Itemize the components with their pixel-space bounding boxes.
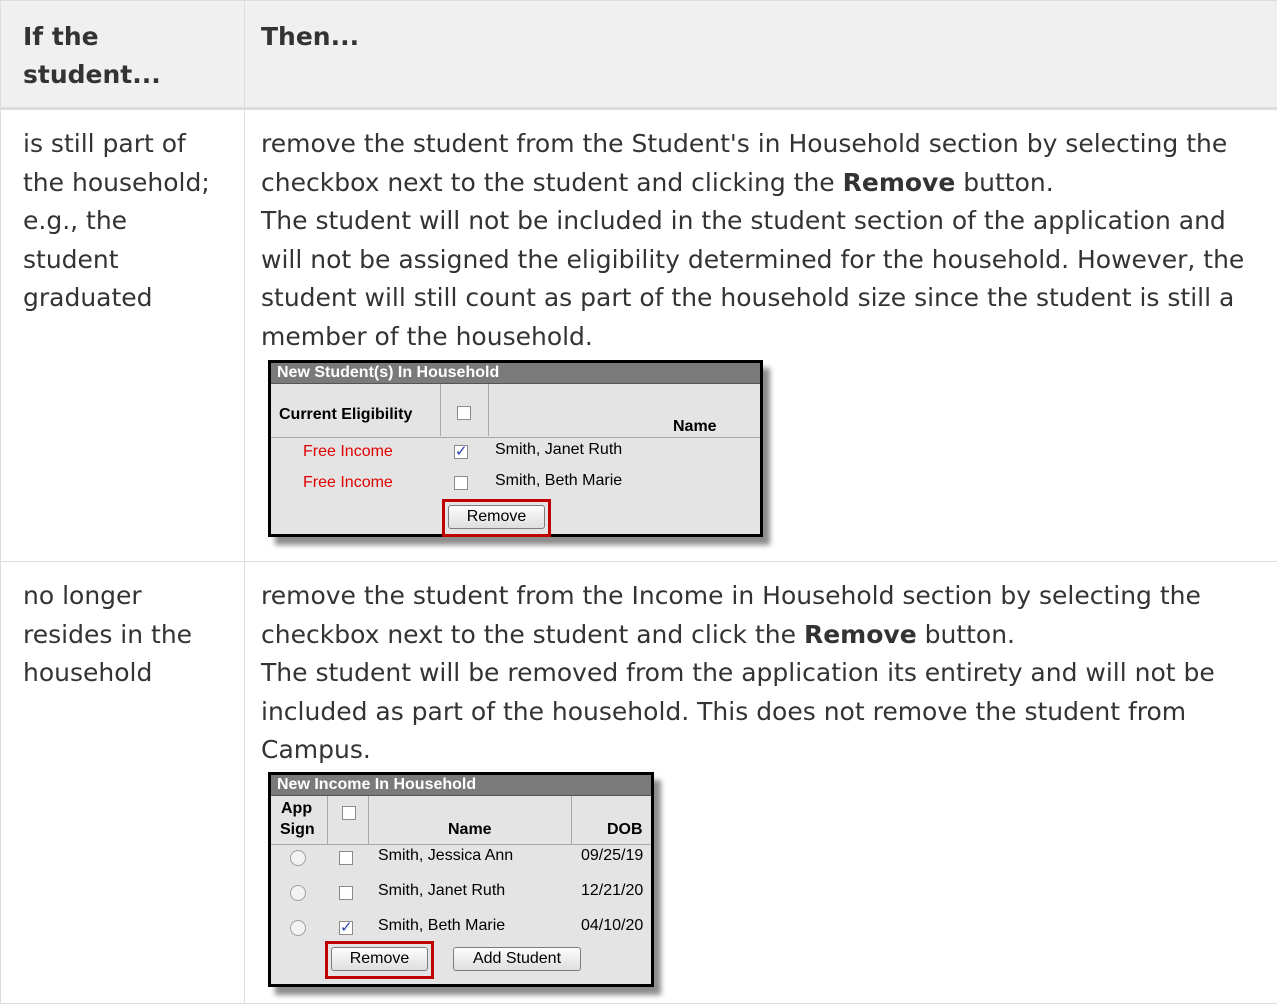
col-sign: Sign [280, 821, 315, 839]
student-checkbox[interactable] [454, 445, 468, 459]
student-dob: 12/21/20 [581, 882, 643, 900]
eligibility-label: Free Income [303, 474, 393, 492]
col-name: Name [448, 821, 492, 839]
instructions-table: If the student... Then... is still part … [0, 0, 1277, 1004]
student-checkbox[interactable] [339, 851, 353, 865]
select-all-checkbox[interactable] [457, 406, 471, 420]
remove-emphasis: Remove [843, 168, 956, 197]
remove-button[interactable]: Remove [448, 505, 545, 529]
condition-text: no longer resides in the household [23, 581, 192, 687]
remove-emphasis: Remove [804, 620, 917, 649]
app-sign-radio[interactable] [290, 920, 306, 936]
select-all-checkbox[interactable] [342, 806, 356, 820]
eligibility-label: Free Income [303, 443, 393, 461]
action-cell: remove the student from the Student's in… [245, 109, 1277, 562]
remove-button[interactable]: Remove [331, 947, 428, 971]
student-checkbox[interactable] [339, 921, 353, 935]
new-students-panel-screenshot: New Student(s) In Household Current Elig… [268, 360, 763, 537]
app-sign-radio[interactable] [290, 850, 306, 866]
student-name: Smith, Janet Ruth [495, 441, 622, 459]
condition-cell: is still part of the household; e.g., th… [1, 109, 245, 562]
col-app: App [281, 800, 312, 818]
col-name: Name [673, 418, 717, 436]
student-name: Smith, Jessica Ann [378, 847, 513, 865]
action-text: remove the student from the Income in Ho… [261, 577, 1257, 654]
note-text: The student will be removed from the app… [261, 654, 1257, 770]
col-dob: DOB [607, 821, 643, 839]
header-row: If the student... Then... [1, 1, 1277, 109]
student-name: Smith, Janet Ruth [378, 882, 505, 900]
condition-text: is still part of the household; e.g., th… [23, 129, 210, 312]
col-current-eligibility: Current Eligibility [279, 406, 412, 424]
student-checkbox[interactable] [454, 476, 468, 490]
table-row: no longer resides in the household remov… [1, 562, 1277, 1004]
app-sign-radio[interactable] [290, 885, 306, 901]
student-dob: 04/10/20 [581, 917, 643, 935]
header-condition: If the student... [1, 1, 245, 109]
student-dob: 09/25/19 [581, 847, 643, 865]
note-text: The student will not be included in the … [261, 202, 1257, 356]
action-text: remove the student from the Student's in… [261, 125, 1257, 202]
action-cell: remove the student from the Income in Ho… [245, 562, 1277, 1004]
student-name: Smith, Beth Marie [495, 472, 622, 490]
new-income-panel-screenshot: New Income In Household App Sign Name DO… [268, 772, 654, 987]
header-action: Then... [245, 1, 1277, 109]
student-checkbox[interactable] [339, 886, 353, 900]
add-student-button[interactable]: Add Student [453, 947, 581, 971]
student-name: Smith, Beth Marie [378, 917, 505, 935]
condition-cell: no longer resides in the household [1, 562, 245, 1004]
table-row: is still part of the household; e.g., th… [1, 109, 1277, 562]
panel-title: New Student(s) In Household [271, 363, 760, 384]
panel-title: New Income In Household [271, 775, 651, 796]
